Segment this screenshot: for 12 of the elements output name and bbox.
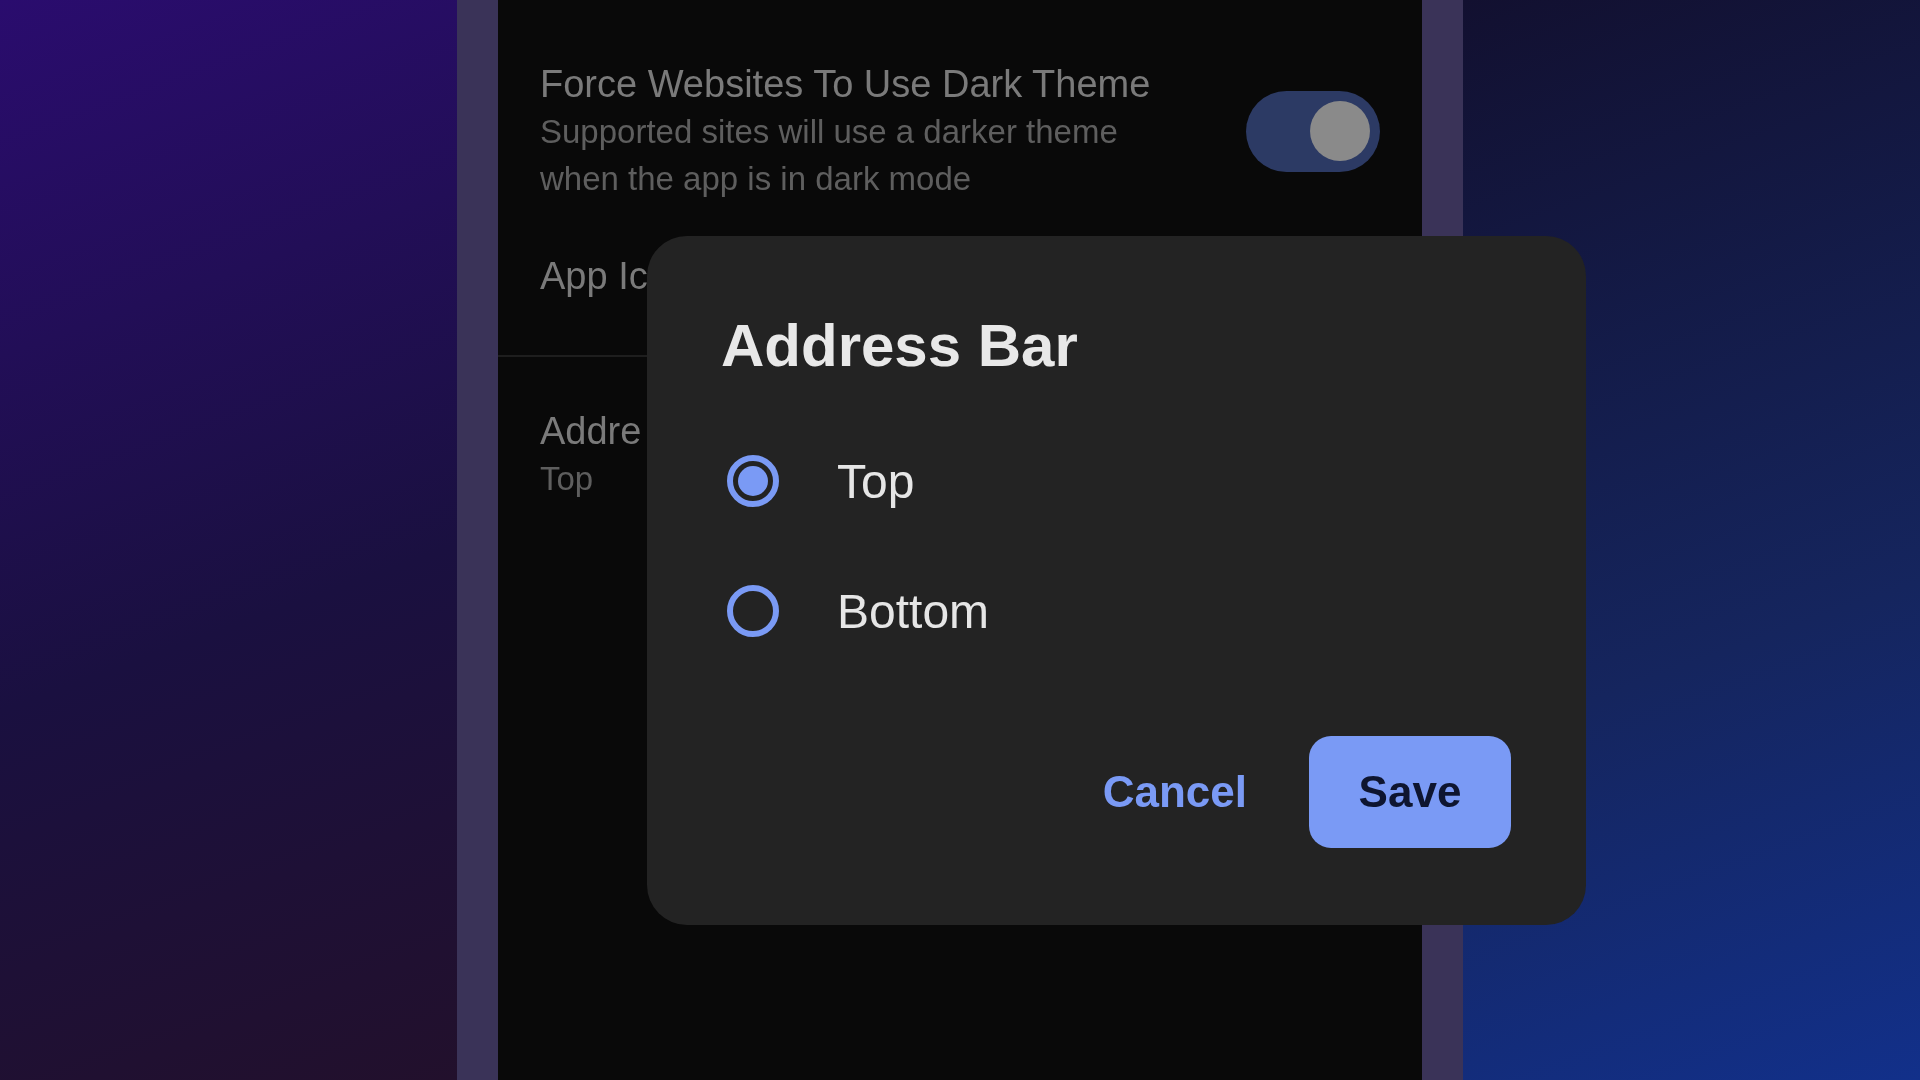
setting-description: Supported sites will use a darker theme when the app is in dark mode [540,112,1119,199]
setting-value: Top [540,459,595,499]
setting-title: App Ic [540,254,648,299]
radio-button[interactable] [727,585,779,637]
dialog-title: Address Bar [721,311,1079,381]
setting-title: Force Websites To Use Dark Theme [540,62,1152,107]
option-label[interactable]: Top [837,453,915,509]
save-button[interactable]: Save [1309,736,1511,848]
cancel-button[interactable]: Cancel [1102,767,1247,817]
setting-title: Addre [540,409,642,454]
radio-button[interactable] [727,455,779,507]
option-label[interactable]: Bottom [837,583,990,639]
